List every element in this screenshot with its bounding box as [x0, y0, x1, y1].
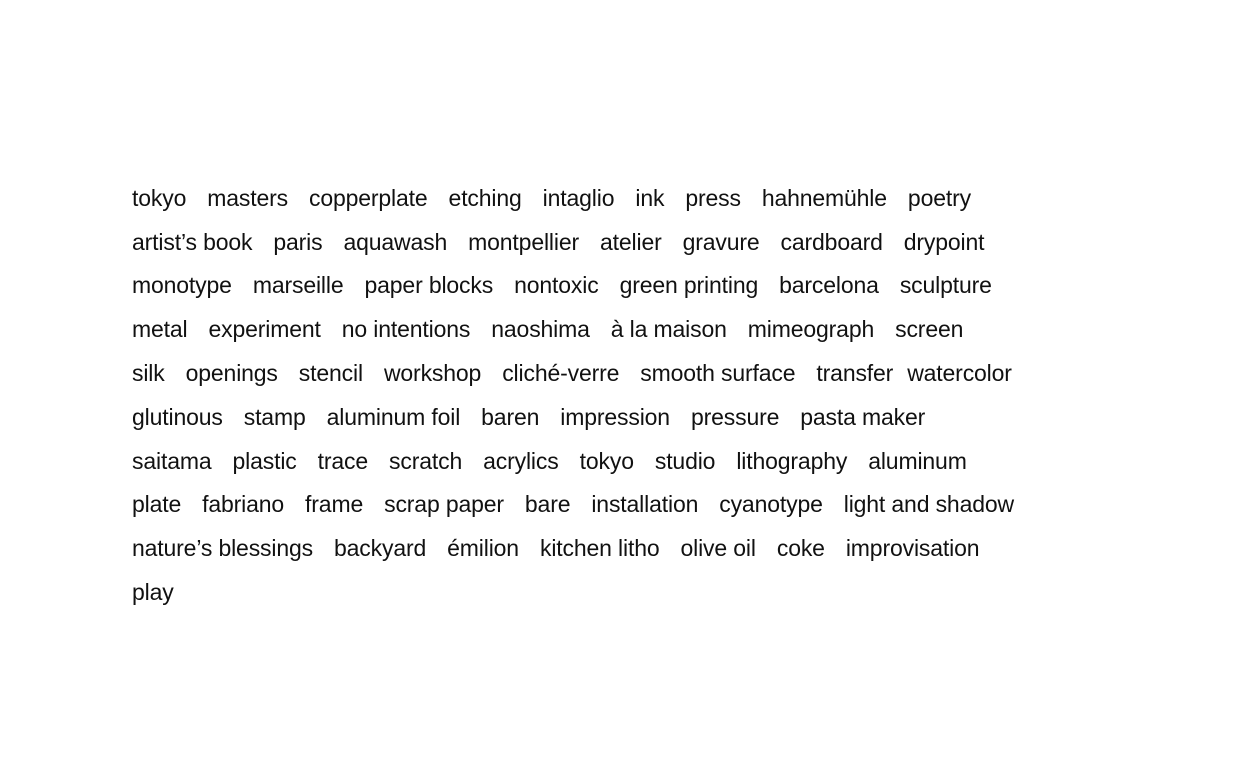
tag-link[interactable]: fabriano	[202, 489, 284, 519]
tag-link[interactable]: stencil	[299, 358, 363, 388]
tag-link[interactable]: backyard	[334, 533, 426, 563]
tag-link[interactable]: screen	[895, 314, 963, 344]
tag-link[interactable]: émilion	[447, 533, 519, 563]
tag-link[interactable]: nontoxic	[514, 270, 599, 300]
tag-link[interactable]: aluminum	[868, 446, 967, 476]
tag-link[interactable]: glutinous	[132, 402, 223, 432]
tag-row: silk openings stencil workshop cliché-ve…	[132, 351, 1117, 395]
tag-link[interactable]: mimeograph	[748, 314, 874, 344]
tag-link[interactable]: cardboard	[781, 227, 883, 257]
tag-link[interactable]: atelier	[600, 227, 662, 257]
tag-row: plate fabriano frame scrap paper bare in…	[132, 483, 1117, 527]
tag-link[interactable]: scratch	[389, 446, 462, 476]
tag-link[interactable]: workshop	[384, 358, 481, 388]
tag-link[interactable]: light and shadow	[844, 489, 1014, 519]
tag-link[interactable]: acrylics	[483, 446, 559, 476]
tag-row: glutinous stamp aluminum foil baren impr…	[132, 395, 1117, 439]
tag-link[interactable]: poetry	[908, 183, 971, 213]
tag-link[interactable]: aquawash	[343, 227, 447, 257]
tag-link[interactable]: monotype	[132, 270, 232, 300]
tag-link[interactable]: tokyo	[580, 446, 634, 476]
tag-link[interactable]: olive oil	[680, 533, 756, 563]
tag-link[interactable]: improvisation	[846, 533, 980, 563]
tag-link[interactable]: impression	[560, 402, 670, 432]
tag-link[interactable]: barcelona	[779, 270, 879, 300]
tag-link[interactable]: nature’s blessings	[132, 533, 313, 563]
tag-link[interactable]: stamp	[244, 402, 306, 432]
tag-link[interactable]: saitama	[132, 446, 212, 476]
tag-link[interactable]: openings	[186, 358, 278, 388]
tag-link[interactable]: artist’s book	[132, 227, 253, 257]
tag-row: metal experiment no intentions naoshima …	[132, 307, 1117, 351]
tag-link[interactable]: studio	[655, 446, 716, 476]
tag-link[interactable]: montpellier	[468, 227, 579, 257]
tag-link[interactable]: gravure	[683, 227, 760, 257]
tag-link[interactable]: cyanotype	[719, 489, 823, 519]
tag-link[interactable]: silk	[132, 358, 165, 388]
tag-link[interactable]: pressure	[691, 402, 779, 432]
tag-link[interactable]: etching	[449, 183, 522, 213]
tag-link[interactable]: installation	[591, 489, 698, 519]
tag-link[interactable]: paper blocks	[365, 270, 494, 300]
tag-cloud: tokyo masters copperplate etching intagl…	[132, 176, 1117, 614]
tag-link[interactable]: bare	[525, 489, 571, 519]
tag-link[interactable]: sculpture	[900, 270, 992, 300]
tag-link[interactable]: play	[132, 577, 174, 607]
tag-link[interactable]: tokyo	[132, 183, 186, 213]
tag-link[interactable]: hahnemühle	[762, 183, 887, 213]
tag-link[interactable]: ink	[635, 183, 664, 213]
tag-row: saitama plastic trace scratch acrylics t…	[132, 439, 1117, 483]
tag-link[interactable]: watercolor	[907, 358, 1012, 388]
tag-link[interactable]: copperplate	[309, 183, 428, 213]
tag-link[interactable]: metal	[132, 314, 188, 344]
tag-link[interactable]: kitchen litho	[540, 533, 660, 563]
tag-link[interactable]: lithography	[736, 446, 847, 476]
tag-link[interactable]: trace	[318, 446, 369, 476]
tag-link[interactable]: scrap paper	[384, 489, 504, 519]
tag-link[interactable]: coke	[777, 533, 825, 563]
tag-row: tokyo masters copperplate etching intagl…	[132, 176, 1117, 220]
tag-link[interactable]: aluminum foil	[327, 402, 461, 432]
tag-link[interactable]: experiment	[209, 314, 321, 344]
tag-link[interactable]: naoshima	[491, 314, 590, 344]
tag-link[interactable]: baren	[481, 402, 539, 432]
tag-row: play	[132, 570, 1117, 614]
tag-link[interactable]: pasta maker	[800, 402, 925, 432]
tag-link[interactable]: intaglio	[543, 183, 615, 213]
tag-link[interactable]: no intentions	[342, 314, 471, 344]
tag-row: monotype marseille paper blocks nontoxic…	[132, 264, 1117, 308]
tag-link[interactable]: à la maison	[611, 314, 727, 344]
tag-link[interactable]: transfer	[816, 358, 893, 388]
tag-link[interactable]: press	[685, 183, 741, 213]
tag-link[interactable]: plastic	[232, 446, 296, 476]
tag-link[interactable]: frame	[305, 489, 363, 519]
tag-link[interactable]: plate	[132, 489, 181, 519]
tag-link[interactable]: green printing	[620, 270, 759, 300]
tag-row: nature’s blessings backyard émilion kitc…	[132, 526, 1117, 570]
tag-link[interactable]: drypoint	[904, 227, 985, 257]
tag-link[interactable]: cliché-verre	[502, 358, 619, 388]
tag-row: artist’s book paris aquawash montpellier…	[132, 220, 1117, 264]
tag-link[interactable]: masters	[207, 183, 288, 213]
tag-link[interactable]: marseille	[253, 270, 344, 300]
tag-link[interactable]: smooth surface	[640, 358, 795, 388]
tag-link[interactable]: paris	[273, 227, 322, 257]
